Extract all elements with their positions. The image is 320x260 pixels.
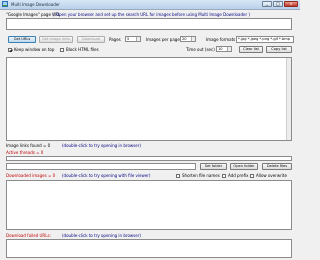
set-folder-button[interactable]: Set folder (200, 163, 227, 170)
shorten-file-names-checkbox[interactable] (176, 174, 180, 178)
pages-spinner[interactable]: 5 (125, 36, 141, 42)
spinner-arrows-icon[interactable] (227, 47, 231, 51)
image-links-hint: (double-click to try opening in browser) (62, 143, 141, 148)
window-title: Multi Image Downloader (11, 2, 60, 7)
downloaded-images-hint: (double-click to try opening with file v… (62, 173, 151, 178)
get-urls-button[interactable]: Get URLs (8, 36, 36, 43)
image-links-scrollbar[interactable] (286, 58, 291, 140)
folder-path-input[interactable] (6, 163, 196, 170)
images-per-page-spinner[interactable]: 20 (180, 36, 196, 42)
timeout-spinner[interactable]: 10 (216, 46, 232, 52)
pages-label: Pages (109, 37, 121, 42)
get-image-links-button[interactable]: Get image links (39, 36, 73, 43)
spinner-arrows-icon[interactable] (136, 37, 140, 41)
timeout-label: Time out (sec) (186, 47, 215, 52)
downloaded-images-count: Downloaded images = 0 (6, 173, 56, 178)
failed-urls-list[interactable] (6, 239, 292, 258)
allow-overwrite-checkbox[interactable] (250, 174, 254, 178)
failed-urls-hint: (double-click to try opening in browser) (62, 233, 141, 238)
block-html-checkbox[interactable] (60, 48, 64, 52)
image-links-count: Image links found = 0 (6, 143, 51, 148)
add-prefix-checkbox[interactable] (222, 174, 226, 178)
title-bar[interactable]: Multi Image Downloader _ □ x (0, 0, 300, 10)
url-input[interactable] (6, 18, 292, 30)
block-html-label: Block HTML files (66, 47, 99, 52)
keep-on-top-checkbox[interactable] (8, 48, 12, 52)
copy-list-button[interactable]: Copy list (266, 46, 292, 53)
download-progress-bar (6, 156, 292, 161)
url-hint: ( Open your browser and set up the searc… (53, 12, 250, 17)
download-button[interactable]: Download (77, 36, 105, 43)
app-icon (2, 1, 8, 7)
image-links-list[interactable] (6, 57, 292, 141)
active-threads-label: Active threads = 0 (6, 150, 44, 155)
close-button[interactable]: x (284, 1, 298, 7)
allow-overwrite-label: Allow overwrite (256, 173, 287, 178)
images-per-page-label: Images per page (146, 37, 180, 42)
spinner-arrows-icon[interactable] (191, 37, 195, 41)
delete-files-button[interactable]: Delete files (262, 163, 292, 170)
keep-on-top-label: Keep window on top (14, 47, 55, 52)
minimize-button[interactable]: _ (262, 1, 272, 7)
image-formats-input[interactable]: *.jpg *.jpeg *.png *.gif *.bmp (236, 36, 294, 43)
shorten-file-names-label: Shorten file names (182, 173, 220, 178)
failed-urls-label: Download failed URLs: (6, 233, 51, 238)
image-formats-label: Image formats (206, 37, 236, 42)
add-prefix-label: Add prefix (228, 173, 249, 178)
open-folder-button[interactable]: Open folder (230, 163, 258, 170)
clear-list-button[interactable]: Clear list (239, 46, 263, 53)
downloaded-images-list[interactable] (6, 180, 292, 230)
maximize-button[interactable]: □ (273, 1, 283, 7)
